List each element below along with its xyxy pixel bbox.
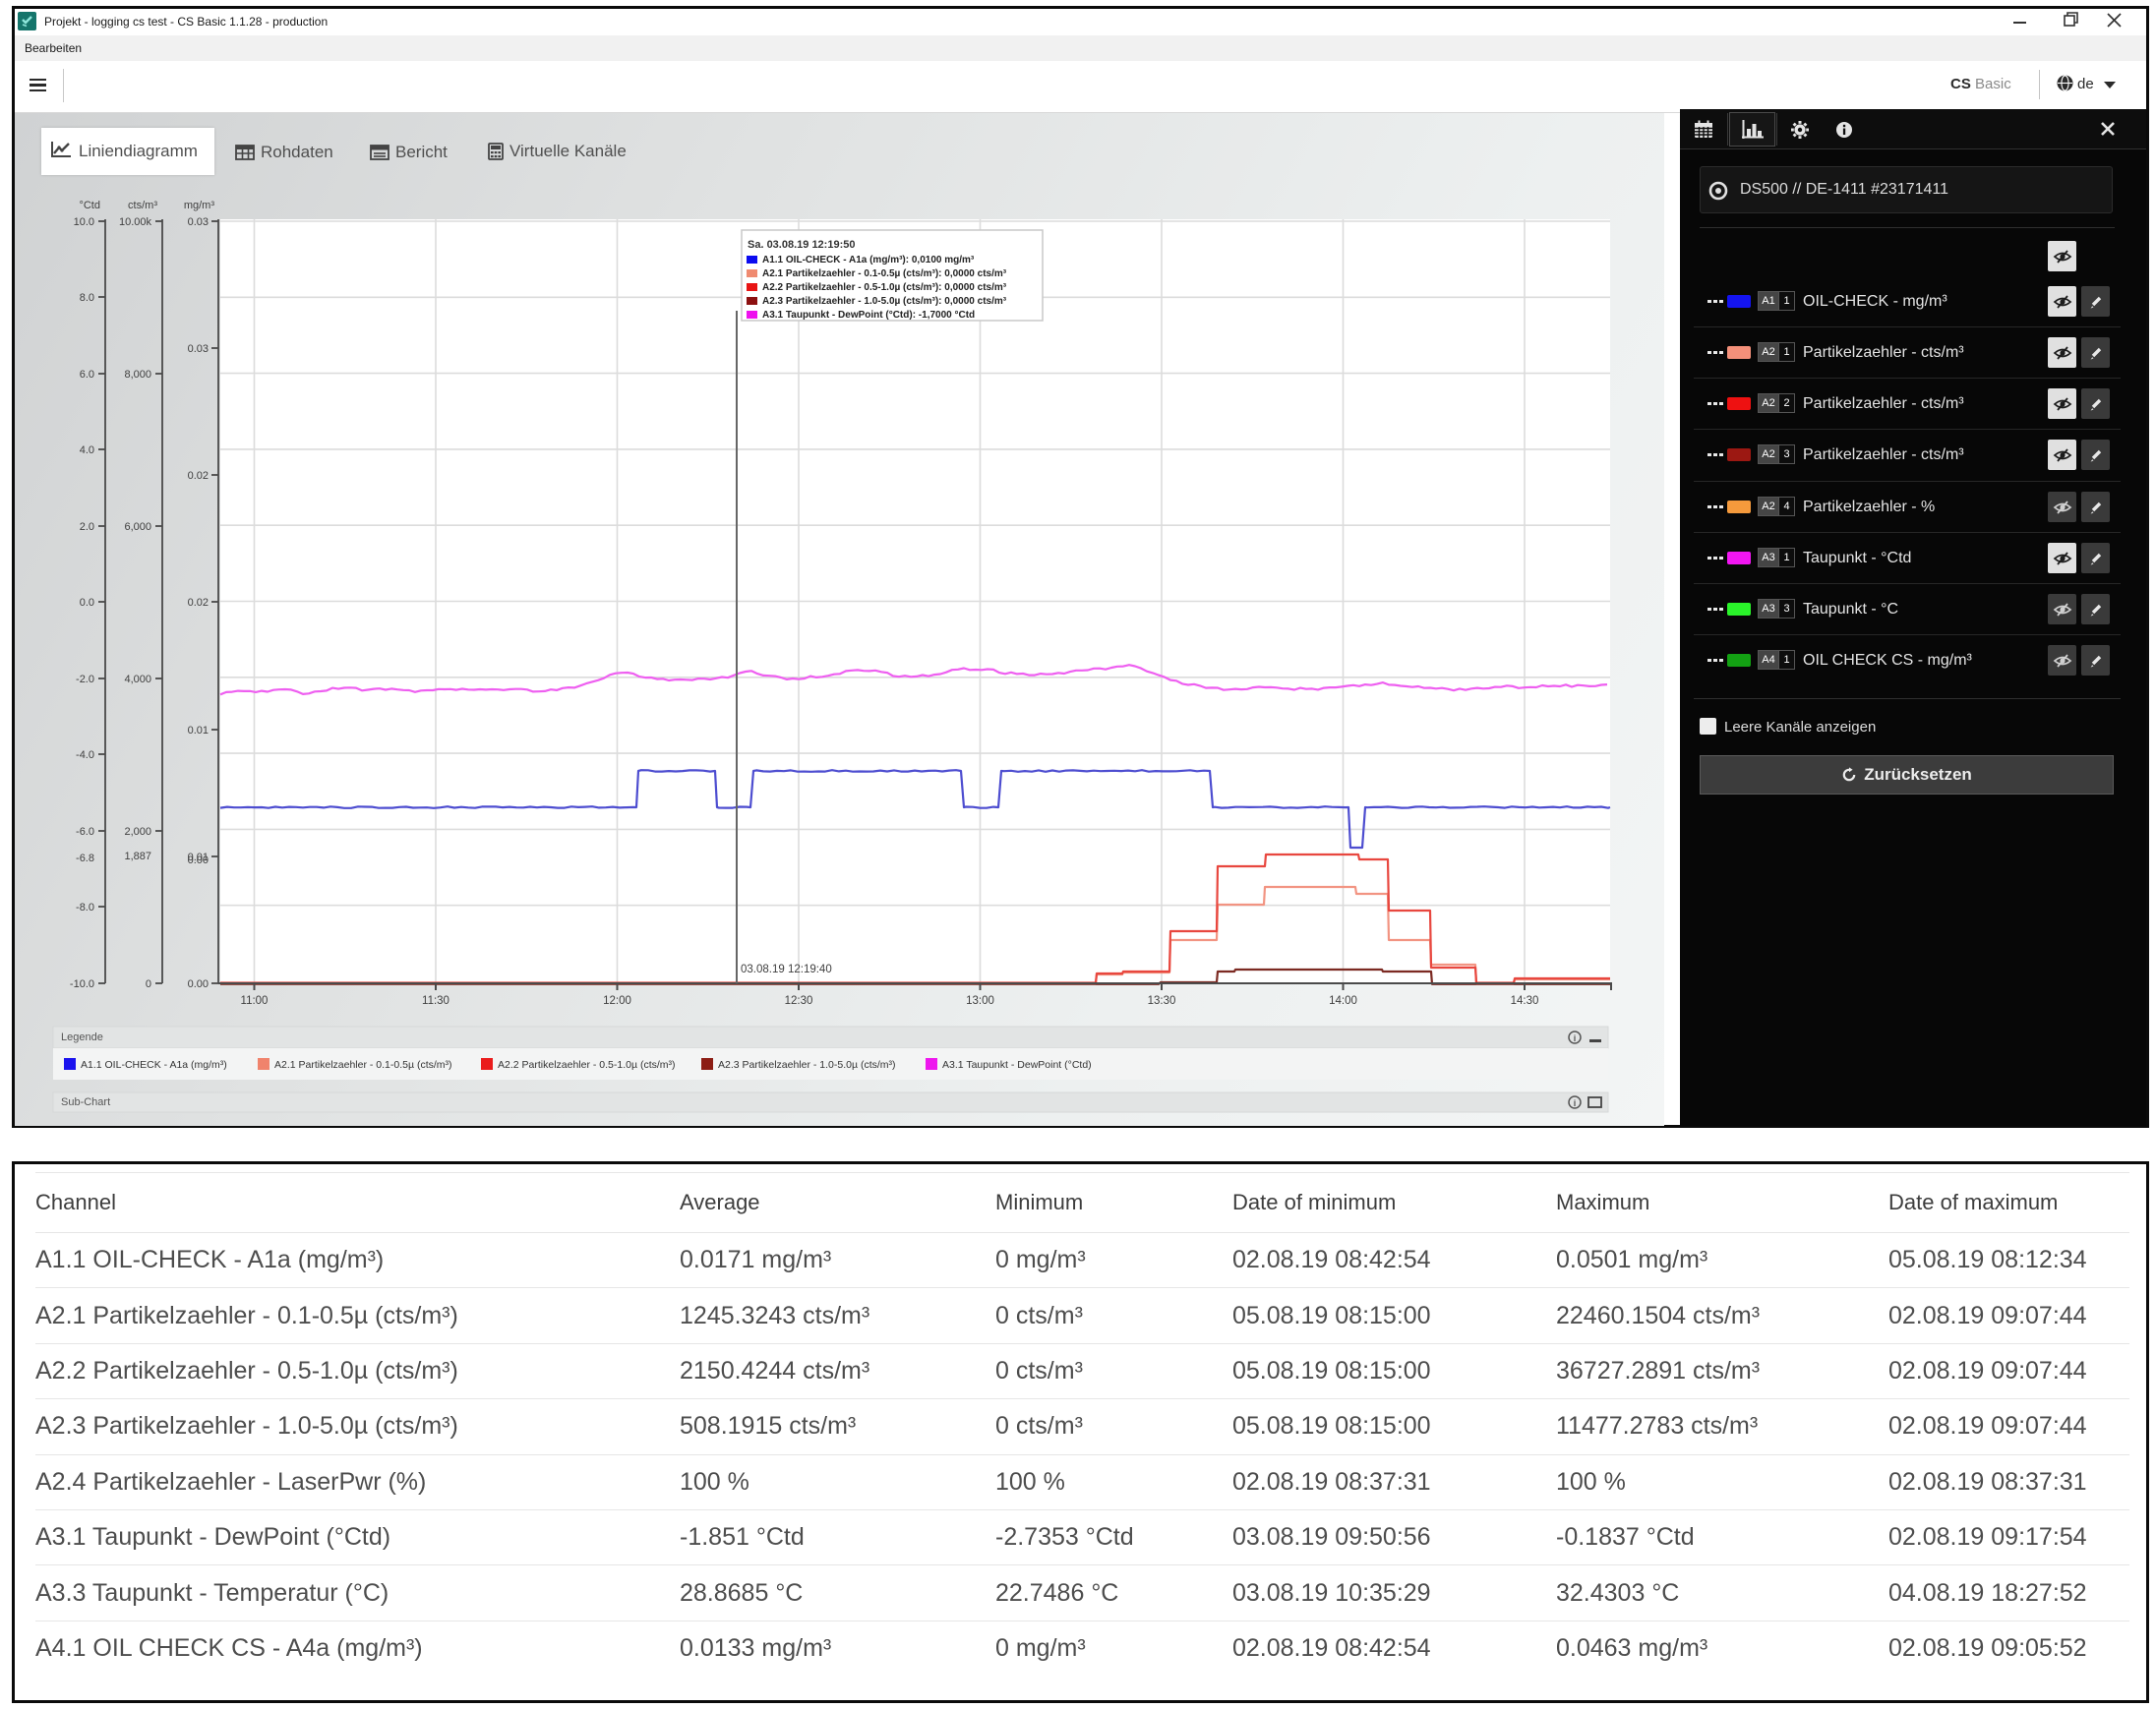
svg-text:0: 0 [146,978,151,990]
svg-text:10.0: 10.0 [74,216,94,228]
svg-text:10.00k: 10.00k [119,216,152,228]
svg-text:0.03: 0.03 [188,216,209,228]
svg-text:mg/m³: mg/m³ [184,200,215,211]
svg-text:A1.1 OIL-CHECK - A1a (mg/m³): A1.1 OIL-CHECK - A1a (mg/m³) [81,1059,227,1071]
svg-text:A2.1 Partikelzaehler - 0.1-0.5: A2.1 Partikelzaehler - 0.1-0.5µ (cts/m³)… [762,268,1007,279]
svg-text:-6.8: -6.8 [76,853,94,864]
svg-text:A3.1 Taupunkt - DewPoint (°Ctd: A3.1 Taupunkt - DewPoint (°Ctd): -1,7000… [762,310,975,321]
svg-text:0.0: 0.0 [80,597,94,609]
svg-text:6,000: 6,000 [124,521,151,533]
svg-text:A2.2 Partikelzaehler - 0.5-1.0: A2.2 Partikelzaehler - 0.5-1.0µ (cts/m³)… [762,282,1007,293]
svg-text:12:00: 12:00 [603,995,631,1007]
svg-text:-8.0: -8.0 [76,902,94,913]
svg-text:14:30: 14:30 [1511,995,1539,1007]
svg-text:13:30: 13:30 [1148,995,1176,1007]
svg-text:11:30: 11:30 [422,995,449,1007]
svg-text:-4.0: -4.0 [76,749,94,761]
svg-text:4.0: 4.0 [80,444,94,456]
svg-text:13:00: 13:00 [966,995,994,1007]
svg-text:°Ctd: °Ctd [79,200,100,211]
svg-text:1,887: 1,887 [124,851,151,862]
svg-text:0.00: 0.00 [188,978,209,990]
svg-text:Sa. 03.08.19 12:19:50: Sa. 03.08.19 12:19:50 [748,239,855,251]
svg-text:0.00: 0.00 [188,854,209,866]
svg-text:A1.1 OIL-CHECK - A1a (mg/m³):: A1.1 OIL-CHECK - A1a (mg/m³): 0,0100 mg/… [762,255,975,265]
svg-text:cts/m³: cts/m³ [128,200,157,211]
svg-text:i: i [1574,1033,1577,1043]
svg-text:0.02: 0.02 [188,470,209,482]
svg-text:6.0: 6.0 [80,369,94,381]
svg-text:A2.3 Partikelzaehler - 1.0-5.0: A2.3 Partikelzaehler - 1.0-5.0µ (cts/m³) [718,1059,896,1071]
svg-text:-6.0: -6.0 [76,826,94,838]
svg-text:8.0: 8.0 [80,292,94,304]
svg-text:A3.1 Taupunkt - DewPoint (°Ctd: A3.1 Taupunkt - DewPoint (°Ctd) [942,1059,1092,1071]
svg-text:12:30: 12:30 [785,995,813,1007]
svg-text:2.0: 2.0 [80,521,94,533]
svg-text:0.03: 0.03 [188,343,209,355]
svg-text:0.02: 0.02 [188,597,209,609]
svg-text:Legende: Legende [61,1031,103,1043]
svg-text:03.08.19 12:19:40: 03.08.19 12:19:40 [741,964,832,975]
svg-text:2,000: 2,000 [124,826,151,838]
svg-text:8,000: 8,000 [124,369,151,381]
svg-text:i: i [1574,1098,1577,1108]
svg-text:0.01: 0.01 [188,725,209,737]
svg-text:Sub-Chart: Sub-Chart [61,1096,110,1108]
svg-text:14:00: 14:00 [1329,995,1357,1007]
svg-text:-10.0: -10.0 [70,978,94,990]
svg-text:A2.3 Partikelzaehler - 1.0-5.0: A2.3 Partikelzaehler - 1.0-5.0µ (cts/m³)… [762,296,1007,307]
svg-text:11:00: 11:00 [241,995,269,1007]
svg-text:A2.1 Partikelzaehler - 0.1-0.5: A2.1 Partikelzaehler - 0.1-0.5µ (cts/m³) [274,1059,452,1071]
svg-text:A2.2 Partikelzaehler - 0.5-1.0: A2.2 Partikelzaehler - 0.5-1.0µ (cts/m³) [498,1059,676,1071]
svg-text:4,000: 4,000 [124,674,151,685]
svg-text:-2.0: -2.0 [76,674,94,685]
